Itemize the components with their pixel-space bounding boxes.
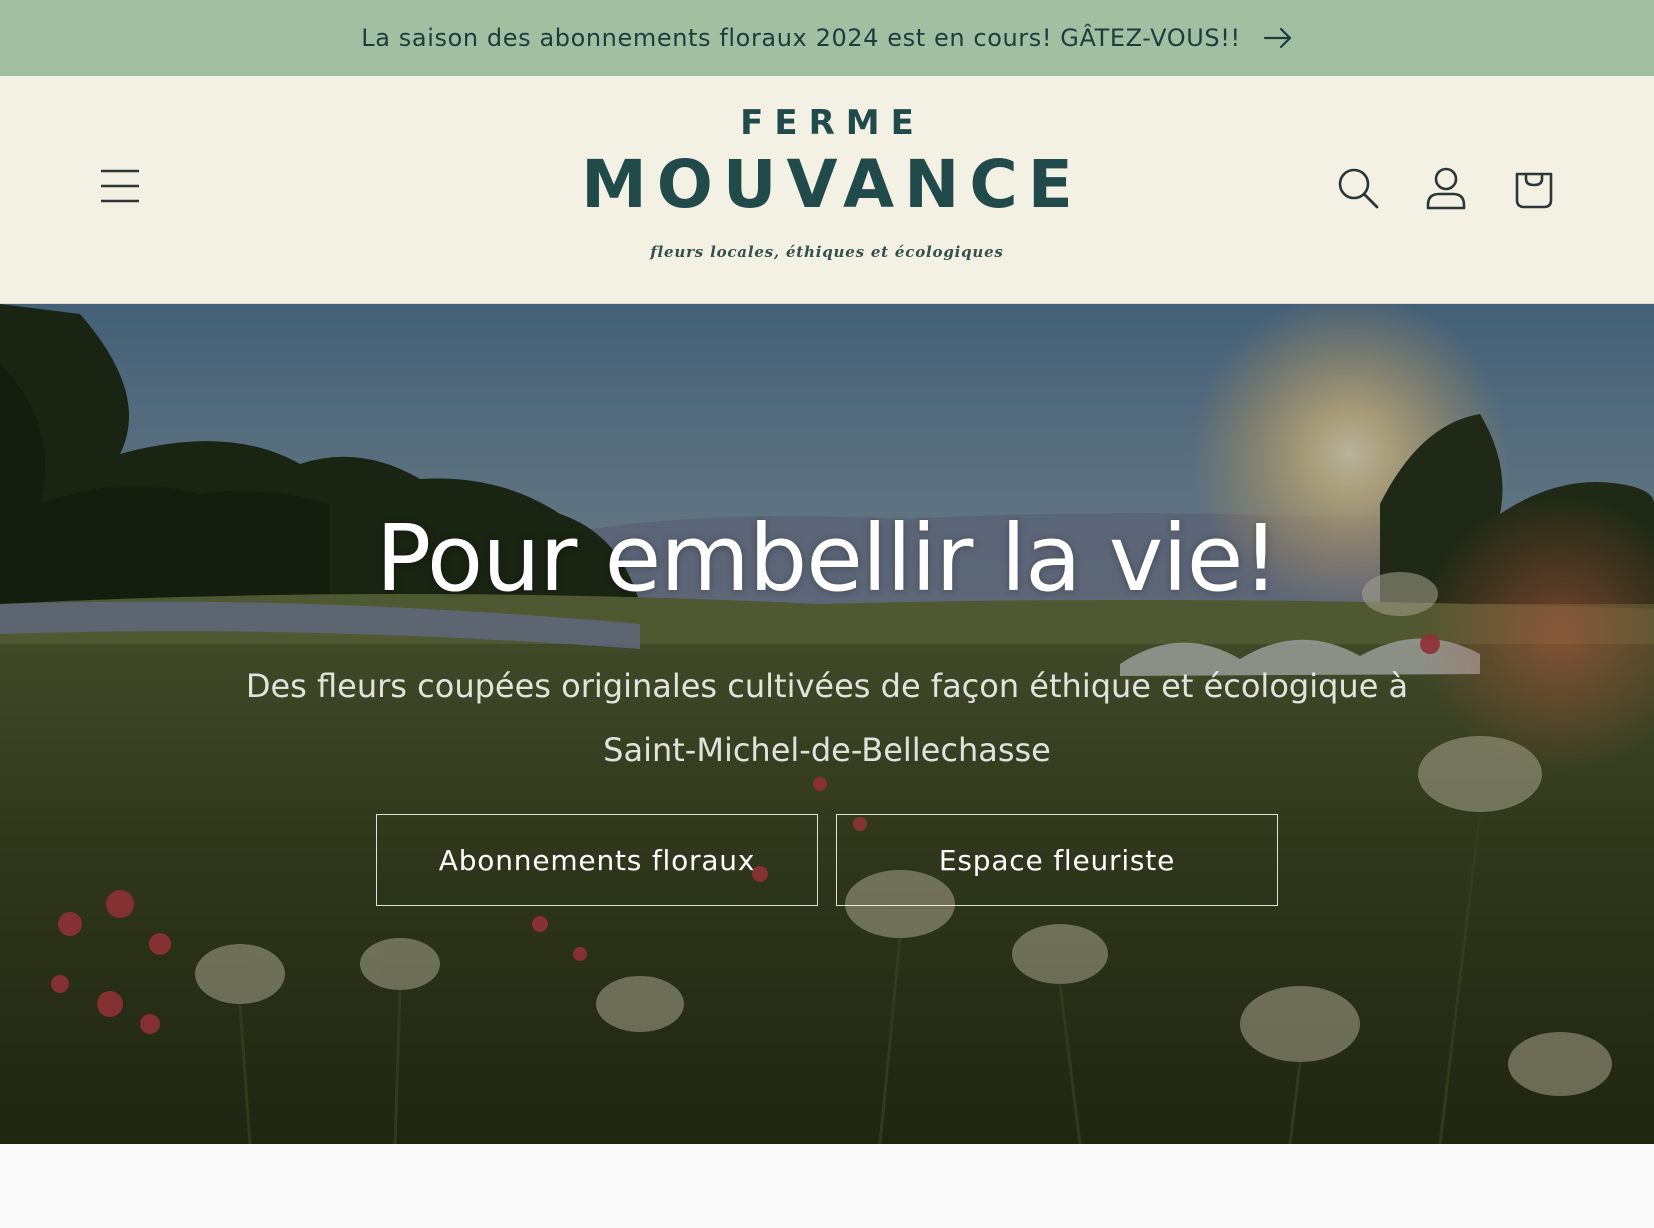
announcement-link[interactable]: La saison des abonnements floraux 2024 e…: [361, 24, 1292, 52]
menu-button[interactable]: [96, 164, 144, 212]
announcement-text: La saison des abonnements floraux 2024 e…: [361, 23, 1241, 52]
subscriptions-button[interactable]: Abonnements floraux: [376, 814, 818, 906]
cart-button[interactable]: [1508, 162, 1560, 214]
hero-title: Pour embellir la vie!: [375, 505, 1280, 612]
intro-section: [0, 1144, 1654, 1228]
florist-space-button[interactable]: Espace fleuriste: [836, 814, 1278, 906]
site-header: FERME MOUVANCE fleurs locales, éthiques …: [0, 76, 1654, 304]
hero-banner: Pour embellir la vie! Des fleurs coupées…: [0, 304, 1654, 1144]
logo-tagline: fleurs locales, éthiques et écologiques: [650, 243, 1004, 261]
account-button[interactable]: [1420, 162, 1472, 214]
logo-top-text: FERME: [740, 103, 925, 143]
logo-main-text: MOUVANCE: [581, 146, 1083, 223]
announcement-bar: La saison des abonnements floraux 2024 e…: [0, 0, 1654, 76]
account-icon: [1425, 166, 1467, 210]
cart-icon: [1512, 166, 1556, 210]
search-icon: [1336, 166, 1380, 210]
hero-content: Pour embellir la vie! Des fleurs coupées…: [150, 504, 1504, 906]
site-logo[interactable]: FERME MOUVANCE fleurs locales, éthiques …: [570, 102, 1084, 272]
search-button[interactable]: [1332, 162, 1384, 214]
hamburger-menu-icon: [99, 166, 141, 210]
arrow-right-icon: [1263, 27, 1293, 49]
hero-subtitle: Des fleurs coupées originales cultivées …: [245, 667, 1409, 769]
hero-buttons: Abonnements floraux Espace fleuriste: [150, 814, 1504, 906]
